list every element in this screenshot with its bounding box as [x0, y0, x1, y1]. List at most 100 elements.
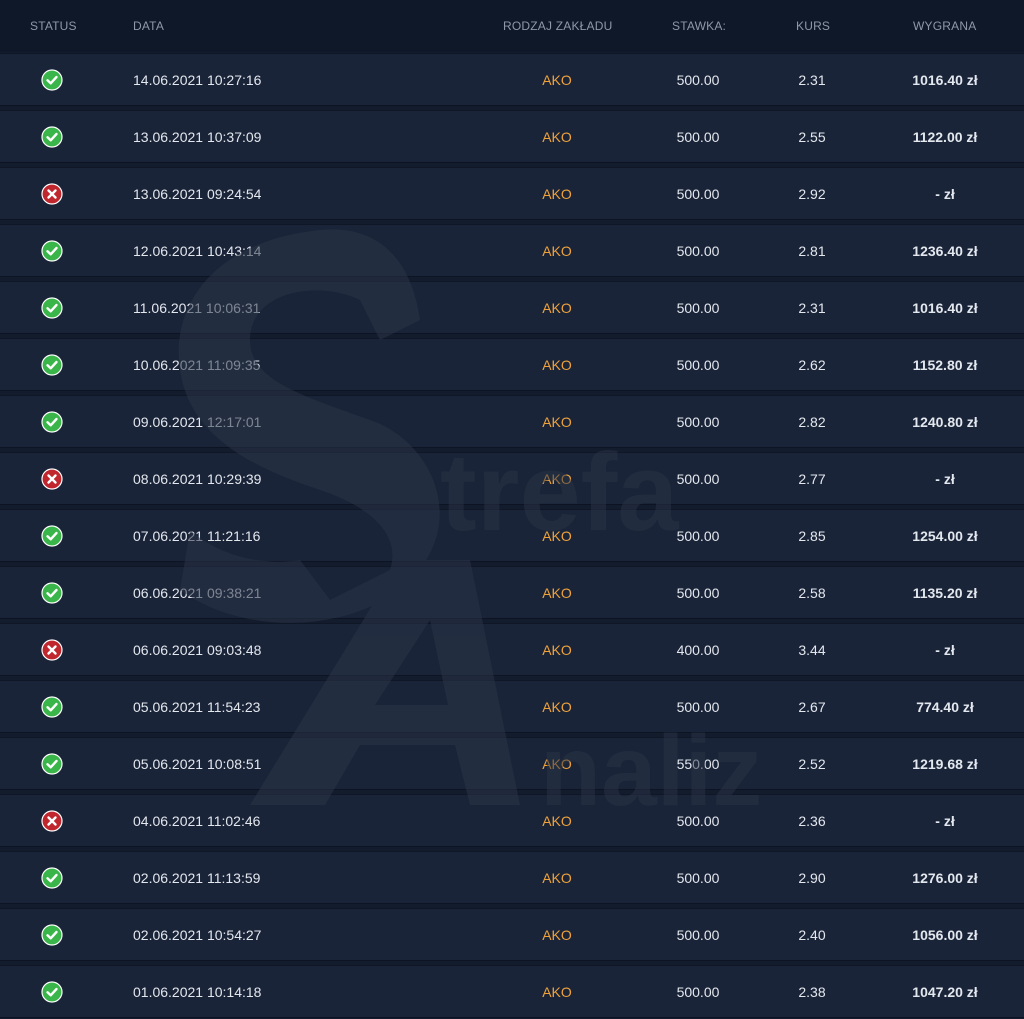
bet-odds: 2.36	[798, 812, 826, 829]
header-status: STATUS	[30, 19, 77, 33]
bet-date: 02.06.2021 10:54:27	[133, 926, 262, 943]
table-row[interactable]: 06.06.2021 09:03:48 AKO 400.00 3.44 - zł	[0, 623, 1024, 676]
check-circle-icon	[41, 353, 63, 376]
status-cell	[40, 966, 64, 1017]
cross-circle-icon	[41, 638, 63, 661]
bet-odds: 2.92	[798, 185, 826, 202]
bet-winnings: - zł	[935, 185, 955, 202]
bet-stake: 500.00	[676, 356, 720, 373]
bet-odds: 2.82	[798, 413, 826, 430]
status-cell	[40, 909, 64, 960]
check-circle-icon	[41, 923, 63, 946]
bet-type: AKO	[542, 641, 572, 658]
bet-stake: 500.00	[676, 527, 720, 544]
bet-odds: 2.38	[798, 983, 826, 1000]
table-row[interactable]: 06.06.2021 09:38:21 AKO 500.00 2.58 1135.20 …	[0, 566, 1024, 619]
bet-stake: 500.00	[676, 242, 720, 259]
bet-winnings: - zł	[935, 470, 955, 487]
bet-stake: 500.00	[676, 128, 720, 145]
bet-date: 13.06.2021 10:37:09	[133, 128, 262, 145]
bet-type: AKO	[542, 983, 572, 1000]
bet-type: AKO	[542, 413, 572, 430]
status-cell	[40, 795, 64, 846]
bet-date: 06.06.2021 09:38:21	[133, 584, 262, 601]
table-row[interactable]: 05.06.2021 11:54:23 AKO 500.00 2.67 774.40 z…	[0, 680, 1024, 733]
bet-winnings: 1047.20 zł	[912, 983, 978, 1000]
check-circle-icon	[41, 752, 63, 775]
check-circle-icon	[41, 581, 63, 604]
table-row[interactable]: 13.06.2021 09:24:54 AKO 500.00 2.92 - zł	[0, 167, 1024, 220]
status-cell	[40, 225, 64, 276]
check-circle-icon	[41, 980, 63, 1003]
bet-winnings: 1152.80 zł	[912, 356, 978, 373]
table-row[interactable]: 07.06.2021 11:21:16 AKO 500.00 2.85 1254.00 …	[0, 509, 1024, 562]
bet-stake: 500.00	[676, 926, 720, 943]
status-cell	[40, 111, 64, 162]
status-cell	[40, 567, 64, 618]
bet-odds: 2.85	[798, 527, 826, 544]
bet-date: 13.06.2021 09:24:54	[133, 185, 262, 202]
bet-winnings: 1122.00 zł	[912, 128, 978, 145]
bet-type: AKO	[542, 128, 572, 145]
bet-date: 05.06.2021 11:54:23	[133, 698, 261, 715]
bet-stake: 500.00	[676, 71, 720, 88]
bet-stake: 500.00	[676, 584, 720, 601]
table-row[interactable]: 08.06.2021 10:29:39 AKO 500.00 2.77 - zł	[0, 452, 1024, 505]
bet-date: 02.06.2021 11:13:59	[133, 869, 261, 886]
table-row[interactable]: 02.06.2021 10:54:27 AKO 500.00 2.40 1056.00 …	[0, 908, 1024, 961]
bet-type: AKO	[542, 71, 572, 88]
bet-type: AKO	[542, 527, 572, 544]
bet-winnings: 1276.00 zł	[912, 869, 978, 886]
table-row[interactable]: 02.06.2021 11:13:59 AKO 500.00 2.90 1276.00 …	[0, 851, 1024, 904]
status-cell	[40, 168, 64, 219]
cross-circle-icon	[41, 467, 63, 490]
bet-history-page: STATUS DATA RODZAJ ZAKŁADU STAWKA: KURS …	[0, 0, 1024, 1019]
status-cell	[40, 396, 64, 447]
table-row[interactable]: 01.06.2021 10:14:18 AKO 500.00 2.38 1047.20 …	[0, 965, 1024, 1018]
bet-type: AKO	[542, 812, 572, 829]
bet-odds: 2.31	[798, 71, 826, 88]
bet-stake: 500.00	[676, 698, 720, 715]
status-cell	[40, 624, 64, 675]
bet-odds: 2.58	[798, 584, 826, 601]
bet-stake: 500.00	[676, 299, 720, 316]
bet-odds: 2.67	[798, 698, 826, 715]
bet-winnings: 1016.40 zł	[912, 71, 978, 88]
check-circle-icon	[41, 524, 63, 547]
check-circle-icon	[41, 239, 63, 262]
table-row[interactable]: 09.06.2021 12:17:01 AKO 500.00 2.82 1240.80 …	[0, 395, 1024, 448]
bet-type: AKO	[542, 584, 572, 601]
bet-date: 01.06.2021 10:14:18	[133, 983, 262, 1000]
table-row[interactable]: 10.06.2021 11:09:35 AKO 500.00 2.62 1152.80 …	[0, 338, 1024, 391]
bet-stake: 500.00	[676, 983, 720, 1000]
status-cell	[40, 54, 64, 105]
status-cell	[40, 453, 64, 504]
bet-stake: 500.00	[676, 470, 720, 487]
bet-date: 09.06.2021 12:17:01	[133, 413, 262, 430]
table-row[interactable]: 05.06.2021 10:08:51 AKO 550.00 2.52 1219.68 …	[0, 737, 1024, 790]
bet-type: AKO	[542, 869, 572, 886]
bet-odds: 2.81	[798, 242, 826, 259]
table-row[interactable]: 13.06.2021 10:37:09 AKO 500.00 2.55 1122.00 …	[0, 110, 1024, 163]
status-cell	[40, 339, 64, 390]
cross-circle-icon	[41, 182, 63, 205]
bet-odds: 2.90	[798, 869, 826, 886]
bet-winnings: 1236.40 zł	[912, 242, 978, 259]
bet-type: AKO	[542, 698, 572, 715]
header-stake: STAWKA:	[672, 19, 727, 33]
header-bet-type: RODZAJ ZAKŁADU	[503, 19, 613, 33]
check-circle-icon	[41, 125, 63, 148]
header-date: DATA	[133, 19, 165, 33]
table-row[interactable]: 04.06.2021 11:02:46 AKO 500.00 2.36 - zł	[0, 794, 1024, 847]
table-row[interactable]: 12.06.2021 10:43:14 AKO 500.00 2.81 1236.40 …	[0, 224, 1024, 277]
table-row[interactable]: 11.06.2021 10:06:31 AKO 500.00 2.31 1016.40 …	[0, 281, 1024, 334]
bet-winnings: 1016.40 zł	[912, 299, 978, 316]
bet-winnings: 1219.68 zł	[912, 755, 978, 772]
bet-stake: 550.00	[676, 755, 720, 772]
bet-stake: 500.00	[676, 413, 720, 430]
bet-date: 12.06.2021 10:43:14	[133, 242, 262, 259]
table-row[interactable]: 14.06.2021 10:27:16 AKO 500.00 2.31 1016.40 …	[0, 53, 1024, 106]
bet-winnings: 1240.80 zł	[912, 413, 978, 430]
bet-type: AKO	[542, 356, 572, 373]
bet-stake: 500.00	[676, 185, 720, 202]
